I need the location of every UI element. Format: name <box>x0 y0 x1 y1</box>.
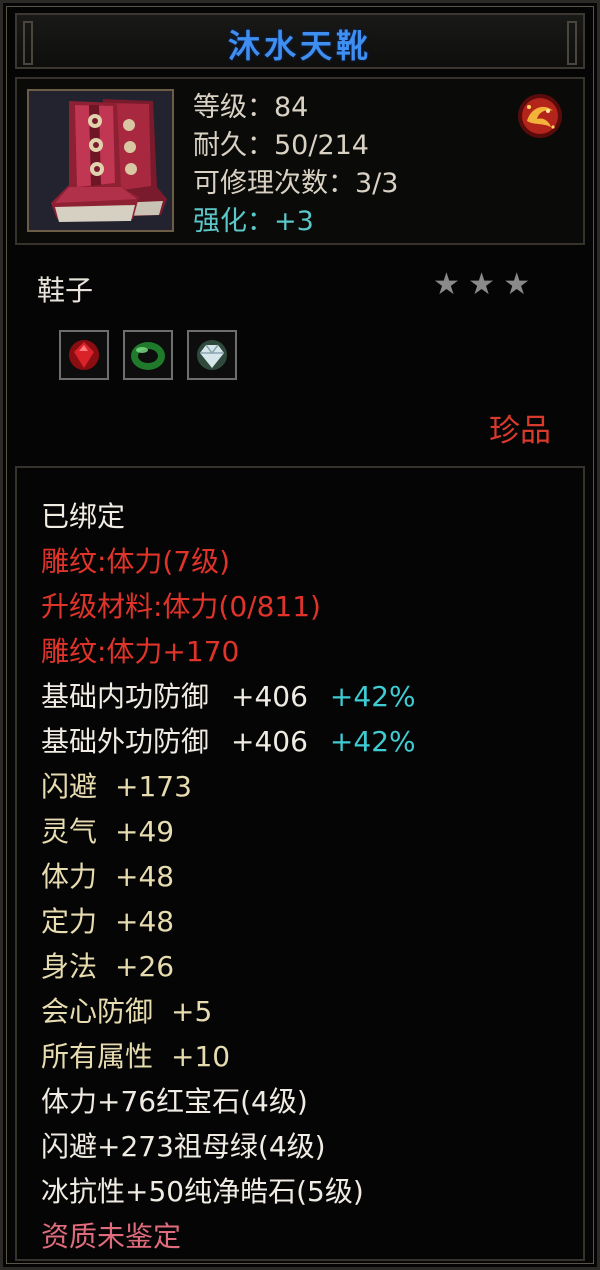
attr-label: 基础外功防御 <box>41 725 210 758</box>
star-icon: ★ <box>503 267 531 302</box>
ruby-gem-icon[interactable] <box>59 330 109 380</box>
attr-value: +48 <box>115 905 175 938</box>
enhance-row: 强化：+3 <box>193 206 314 237</box>
item-header: 等级：84 耐久：50/214 可修理次数：3/3 强化：+3 <box>15 77 585 245</box>
attr-value: +5 <box>171 995 213 1028</box>
attr-value: +173 <box>115 770 192 803</box>
emerald-ring-gem-icon[interactable] <box>123 330 173 380</box>
attr-value: +49 <box>115 815 175 848</box>
attr-label: 定力 <box>41 905 98 938</box>
attr-value: +48 <box>115 860 175 893</box>
gem-bonus-line: 体力+76红宝石(4级) <box>41 1085 308 1118</box>
repair-count-row: 可修理次数：3/3 <box>193 168 399 199</box>
attr-value: +10 <box>171 1040 231 1073</box>
attr-label: 闪避 <box>41 770 98 803</box>
item-type: 鞋子 <box>37 274 94 307</box>
attr-percent: +42% <box>329 725 416 758</box>
attr-value: +26 <box>115 950 175 983</box>
extra-attr-row: 闪避 +173 <box>41 764 416 809</box>
dragon-emblem-icon <box>515 91 565 141</box>
attr-label: 基础内功防御 <box>41 680 210 713</box>
quality-status: 资质未鉴定 <box>41 1220 182 1253</box>
base-attr-row: 基础内功防御 +406 +42% <box>41 674 416 719</box>
extra-attr-row: 会心防御 +5 <box>41 989 416 1034</box>
item-tooltip: 沐水天靴 等级：84 耐久：50/214 可修理次数：3/3 强化：+3 鞋子 … <box>0 0 600 1270</box>
bound-status: 已绑定 <box>41 500 126 533</box>
upgrade-material: 升级材料:体力(0/811) <box>41 590 321 623</box>
extra-attr-row: 身法 +26 <box>41 944 416 989</box>
durability-row: 耐久：50/214 <box>193 130 369 161</box>
title-ornament-right <box>567 21 577 65</box>
attr-label: 体力 <box>41 860 98 893</box>
star-rating: ★ ★ ★ <box>433 269 533 301</box>
attr-percent: +42% <box>329 680 416 713</box>
extra-attr-row: 所有属性 +10 <box>41 1034 416 1079</box>
extra-attr-row: 体力 +48 <box>41 854 416 899</box>
engrave-level: 雕纹:体力(7级) <box>41 545 231 578</box>
gem-bonus-line: 冰抗性+50纯净皓石(5级) <box>41 1175 364 1208</box>
attr-label: 身法 <box>41 950 98 983</box>
attr-value: +406 <box>231 725 308 758</box>
attr-label: 灵气 <box>41 815 98 848</box>
boots-icon <box>27 89 174 232</box>
attr-value: +406 <box>231 680 308 713</box>
attr-label: 所有属性 <box>41 1040 154 1073</box>
item-stats: 等级：84 耐久：50/214 可修理次数：3/3 强化：+3 <box>193 89 398 241</box>
item-name: 沐水天靴 <box>227 27 372 65</box>
level-row: 等级：84 <box>193 92 309 123</box>
star-icon: ★ <box>433 267 460 302</box>
engrave-bonus: 雕纹:体力+170 <box>41 635 240 668</box>
rarity-label: 珍品 <box>489 413 551 449</box>
item-details-panel: 已绑定 雕纹:体力(7级) 升级材料:体力(0/811) 雕纹:体力+170 基… <box>15 466 585 1261</box>
extra-attr-row: 定力 +48 <box>41 899 416 944</box>
extra-attr-row: 灵气 +49 <box>41 809 416 854</box>
diamond-gem-icon[interactable] <box>187 330 237 380</box>
attribute-list: 已绑定 雕纹:体力(7级) 升级材料:体力(0/811) 雕纹:体力+170 基… <box>41 494 416 1259</box>
star-icon: ★ <box>468 267 495 302</box>
gem-bonus-line: 闪避+273祖母绿(4级) <box>41 1130 326 1163</box>
attr-label: 会心防御 <box>41 995 154 1028</box>
base-attr-row: 基础外功防御 +406 +42% <box>41 719 416 764</box>
title-bar: 沐水天靴 <box>15 13 585 69</box>
